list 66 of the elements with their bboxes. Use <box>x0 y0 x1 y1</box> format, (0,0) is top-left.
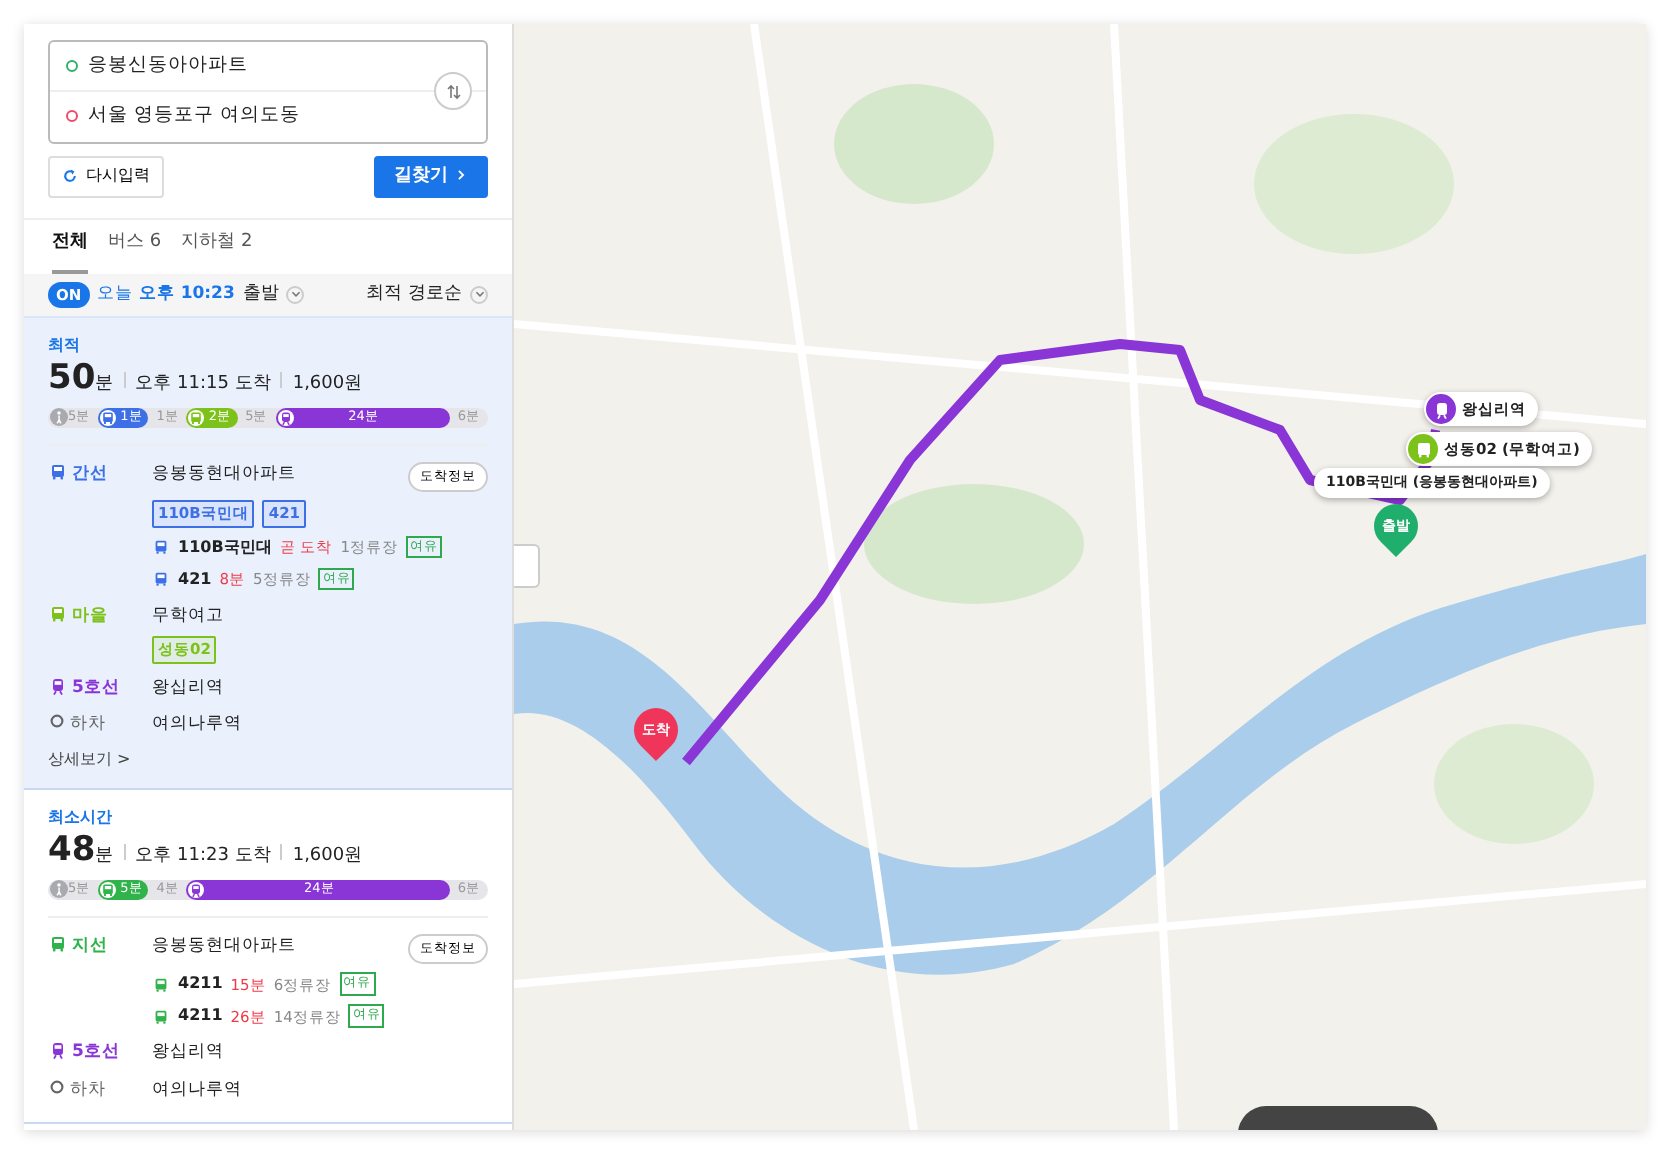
arrival-time: 오후 11:15 도착 <box>135 372 271 398</box>
stop-name: 왕십리역 <box>152 1040 224 1066</box>
stop-name: 무학여고 <box>152 603 224 629</box>
circle-icon <box>48 712 66 731</box>
chevron-down-icon <box>473 288 485 301</box>
transit-mode: 5호선 <box>48 1040 144 1066</box>
transit-mode: 5호선 <box>48 675 144 701</box>
bus-icon <box>1413 439 1433 459</box>
stop-name: 응봉동현대아파트 <box>152 933 296 959</box>
departure-label: 출발 <box>242 281 279 307</box>
bus-icon <box>152 538 170 556</box>
details-link[interactable]: 상세보기 > <box>48 744 131 776</box>
transit-mode: 간선 <box>48 461 144 591</box>
swap-button[interactable] <box>434 72 472 110</box>
bus-icon <box>100 881 117 897</box>
subway-icon <box>48 675 68 695</box>
stop-name: 여의나루역 <box>152 1078 242 1104</box>
bus-icon <box>152 570 170 588</box>
route-label: 최적 <box>48 334 82 358</box>
origin-dot <box>66 60 78 73</box>
bus-icon <box>152 975 170 994</box>
dropdown-button[interactable] <box>286 285 305 304</box>
bus-icon <box>100 409 117 425</box>
sort-option[interactable]: 최적 경로순 <box>366 281 462 308</box>
swap-arrows-icon <box>443 81 463 101</box>
bus-icon <box>48 461 68 481</box>
destination-dot <box>66 110 78 123</box>
route-number: 421 <box>178 567 212 591</box>
duration: 48분 <box>48 832 114 871</box>
stop-name: 왕십리역 <box>152 675 224 701</box>
route-number: 110B국민대 <box>178 535 272 559</box>
destination-field[interactable]: 서울 영등포구 여의도동 <box>88 102 301 131</box>
search-button[interactable]: 길찾기 <box>373 155 488 198</box>
bus-icon <box>188 409 205 425</box>
transit-mode: 지선 <box>48 933 144 1029</box>
chevron-right-icon <box>454 167 468 182</box>
circle-icon <box>48 1078 66 1096</box>
departure-time[interactable]: 오늘 오후 10:23 <box>97 281 235 308</box>
bus-icon <box>152 1007 170 1026</box>
subway-icon <box>48 1040 68 1061</box>
reset-button[interactable]: 다시입력 <box>48 155 164 198</box>
collapse-panel-button[interactable] <box>514 544 540 588</box>
transit-mode: 하차 <box>48 712 144 738</box>
duration: 50분 <box>48 360 114 399</box>
refresh-icon <box>62 168 78 185</box>
fare: 1,600원 <box>292 372 363 398</box>
transit-mode: 마을 <box>48 603 144 663</box>
bus-icon <box>48 603 68 623</box>
origin-field[interactable]: 응봉신동아아파트 <box>88 52 248 81</box>
chevron-down-icon <box>289 288 302 301</box>
route-tab[interactable]: 버스 6 <box>108 220 162 273</box>
stop-name: 여의나루역 <box>152 712 242 738</box>
route-search-box[interactable]: 응봉신동아아파트 서울 영등포구 여의도동 <box>48 40 488 143</box>
route-tab[interactable]: 지하철 2 <box>181 220 253 273</box>
route-label: 최소시간 <box>48 806 114 830</box>
bus-icon <box>48 933 68 953</box>
subway-icon <box>188 881 205 897</box>
subway-icon <box>277 409 294 425</box>
arrival-time: 오후 11:23 도착 <box>135 844 271 870</box>
fare: 1,600원 <box>292 844 363 870</box>
subway-icon <box>1431 399 1451 419</box>
transit-mode: 하차 <box>48 1078 144 1104</box>
route-number: 4211 <box>178 1004 223 1029</box>
dropdown-button[interactable] <box>470 285 488 304</box>
stop-name: 응봉동현대아파트 <box>152 461 296 487</box>
route-number: 4211 <box>178 972 223 997</box>
